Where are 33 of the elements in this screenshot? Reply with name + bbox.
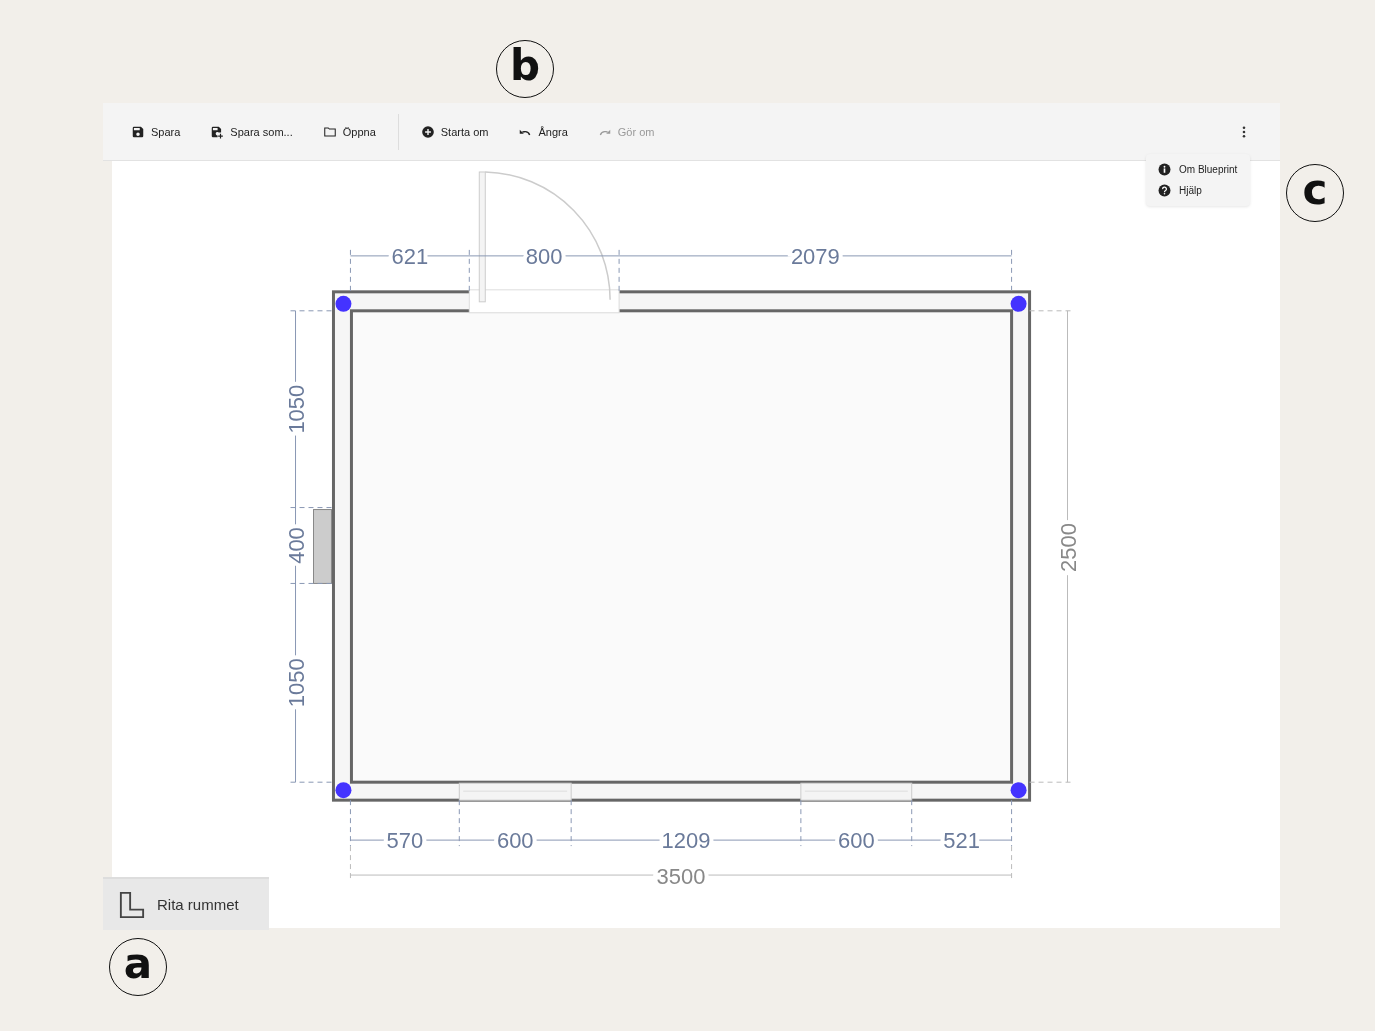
- dimension-label: 2500: [1055, 523, 1081, 572]
- dimension-label: 600: [496, 828, 534, 854]
- dimension-label: 621: [391, 243, 429, 269]
- dimension-label: 2079: [790, 243, 840, 269]
- toolbar-button[interactable]: Öppna: [314, 118, 384, 145]
- dimension-label: 1050: [283, 384, 309, 434]
- dimension-label: 570: [386, 828, 424, 854]
- save-as-icon: [210, 124, 225, 139]
- more-vertical-icon: [1242, 125, 1246, 138]
- room-shape-icon: [119, 889, 145, 920]
- help-icon: [1158, 184, 1171, 197]
- menu-item[interactable]: Hjälp: [1146, 180, 1250, 201]
- save-icon: [131, 124, 145, 139]
- plus-circle-icon: [420, 124, 435, 139]
- dimension-label: 1050: [283, 658, 309, 708]
- dimension-label: 3500: [656, 864, 706, 890]
- corner-handle[interactable]: [1010, 782, 1027, 799]
- dimension-label: 521: [943, 828, 980, 854]
- dimension-label: 1209: [661, 828, 711, 854]
- draw-room-button[interactable]: Rita rummet: [103, 877, 269, 930]
- info-icon: [1158, 163, 1171, 176]
- folder-icon: [322, 124, 337, 139]
- toolbar-button[interactable]: Ångra: [510, 118, 576, 145]
- toolbar-button[interactable]: Spara: [123, 118, 189, 145]
- dimension-label: 600: [837, 828, 875, 854]
- dimension-label: 400: [283, 527, 309, 564]
- corner-handle[interactable]: [1010, 295, 1027, 312]
- dimension-label: 800: [525, 243, 563, 269]
- corner-handle[interactable]: [335, 295, 352, 312]
- corner-handle[interactable]: [335, 782, 352, 799]
- toolbar-button[interactable]: Starta om: [412, 118, 497, 145]
- menu-item[interactable]: Om Blueprint: [1146, 159, 1250, 180]
- toolbar-button[interactable]: Spara som...: [202, 118, 301, 145]
